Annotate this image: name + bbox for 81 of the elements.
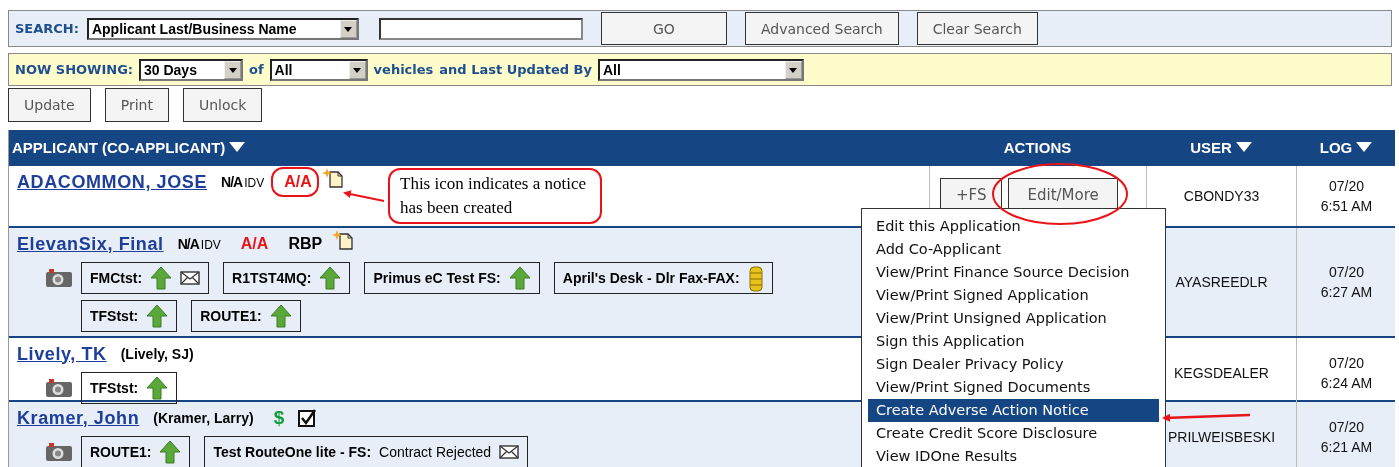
menu-item[interactable]: Create Credit Score Disclosure [868, 422, 1159, 445]
co-applicant: (Lively, SJ) [120, 346, 194, 362]
applicant-link[interactable]: Lively, TK [17, 343, 107, 365]
finance-source-tag[interactable]: R1TST4MQ: [223, 262, 351, 294]
up-arrow-icon [146, 304, 169, 328]
finance-source-tag[interactable]: Primus eC Test FS: [364, 262, 540, 294]
filter-label: NOW SHOWING: [15, 62, 133, 77]
clear-search-button[interactable]: Clear Search [916, 12, 1038, 45]
callout-note: This icon indicates a notice has been created [388, 168, 602, 224]
menu-item[interactable]: View/Print Unsigned Application [868, 307, 1159, 330]
camera-icon[interactable] [45, 442, 73, 462]
log-cell-text: 07/20 6:51 AM [1320, 177, 1373, 216]
search-field[interactable] [378, 17, 583, 40]
menu-item[interactable]: View IDOne Results [868, 445, 1159, 467]
camera-icon[interactable] [45, 268, 73, 288]
sort-caret-icon[interactable] [229, 142, 246, 152]
envelope-icon [499, 445, 520, 459]
user-select[interactable]: All [597, 58, 804, 81]
coin-stack-icon [747, 264, 764, 292]
sort-header[interactable]: USER [1190, 138, 1232, 156]
up-arrow-icon [150, 266, 173, 290]
rbp-label: RBP [288, 235, 323, 253]
adverse-action-label: A/A [240, 235, 269, 252]
document-star-icon [332, 230, 355, 250]
up-arrow-icon [508, 266, 531, 290]
finance-source-tag[interactable]: TFStst: [81, 300, 178, 332]
menu-item[interactable]: Create Adverse Action Notice [868, 399, 1159, 422]
finance-source-tag[interactable]: FMCtst: [81, 262, 210, 294]
log-cell-text: 07/20 6:21 AM [1320, 418, 1373, 457]
finance-source-tag[interactable]: TFStst: [81, 372, 178, 404]
vehicles-label: vehicles [373, 62, 434, 77]
menu-item[interactable]: View/Print Signed Application [868, 284, 1159, 307]
go-button[interactable]: GO [600, 12, 727, 45]
applicant-link[interactable]: ElevanSix, Final [17, 233, 164, 255]
log-cell-text: 07/20 6:27 AM [1320, 263, 1373, 302]
idv-status: N/AIDV [221, 174, 265, 190]
period-select[interactable]: 30 Days [139, 58, 243, 81]
applicant-link[interactable]: ADACOMMON, JOSE [17, 171, 207, 193]
user-cell: KEGSDEALER [1174, 365, 1269, 381]
document-star-icon [321, 168, 344, 188]
adverse-action-label: A/A [284, 173, 312, 190]
up-arrow-icon [146, 376, 169, 400]
column-header: ACTIONS [1003, 138, 1072, 156]
sort-caret-icon[interactable] [1356, 142, 1373, 152]
up-arrow-icon [269, 304, 292, 328]
user-cell: AYASREEDLR [1175, 274, 1268, 290]
finance-source-tag[interactable]: April's Desk - Dlr Fax-FAX: [553, 262, 773, 294]
vehicles-select[interactable]: All [269, 58, 368, 81]
menu-item[interactable]: Sign Dealer Privacy Policy [868, 353, 1159, 376]
applicant-link[interactable]: Kramer, John [17, 407, 140, 429]
search-type-select[interactable]: Applicant Last/Business Name [86, 17, 359, 40]
sort-header[interactable]: LOG [1319, 138, 1353, 156]
finance-source-tag[interactable]: ROUTE1: [191, 300, 301, 332]
menu-item[interactable]: View/Print Signed Documents [868, 376, 1159, 399]
finance-source-tag[interactable]: Test RouteOne lite - FS: Contract Rejected [204, 436, 529, 467]
search-label: SEARCH: [15, 21, 79, 36]
menu-item[interactable]: Add Co-Applicant [868, 238, 1159, 261]
menu-item[interactable]: Sign this Application [868, 330, 1159, 353]
sort-caret-icon[interactable] [1235, 142, 1252, 152]
of-label: of [249, 62, 264, 77]
dollar-sign: $ [273, 407, 285, 429]
menu-item[interactable]: View/Print Finance Source Decision [868, 261, 1159, 284]
sort-header[interactable]: APPLICANT (CO-APPLICANT) [12, 138, 226, 156]
log-cell-text: 07/20 6:24 AM [1320, 354, 1373, 393]
menu-item[interactable]: Edit this Application [868, 215, 1159, 238]
camera-icon[interactable] [45, 378, 73, 398]
toolbar-button[interactable]: Update [8, 88, 91, 122]
finance-source-tag[interactable]: ROUTE1: [81, 436, 191, 467]
updated-by-label: and Last Updated By [439, 62, 592, 77]
annotation-arrow [343, 190, 385, 202]
advanced-search-button[interactable]: Advanced Search [744, 12, 899, 45]
idv-status: N/AIDV [177, 236, 221, 252]
co-applicant: (Kramer, Larry) [153, 410, 254, 426]
toolbar-button[interactable]: Unlock [182, 88, 263, 122]
up-arrow-icon [159, 440, 182, 464]
envelope-icon [180, 271, 201, 285]
user-cell: CBONDY33 [1183, 188, 1260, 204]
checkbox[interactable] [298, 409, 317, 427]
up-arrow-icon [319, 266, 342, 290]
user-cell: PRILWEISBESKI [1167, 429, 1276, 445]
toolbar-button[interactable]: Print [104, 88, 169, 122]
